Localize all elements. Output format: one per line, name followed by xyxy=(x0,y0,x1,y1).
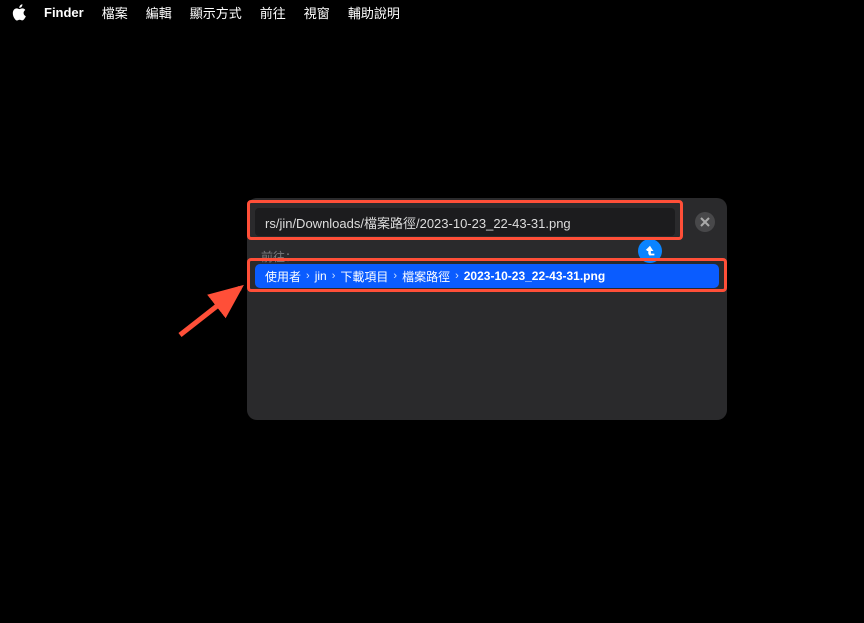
menubar-item-view[interactable]: 顯示方式 xyxy=(190,3,242,22)
menubar-item-help[interactable]: 輔助說明 xyxy=(348,3,400,22)
menubar-item-edit[interactable]: 編輯 xyxy=(146,3,172,22)
path-input-wrapper xyxy=(255,208,675,236)
chevron-right-icon: › xyxy=(393,270,397,282)
menubar-app-name[interactable]: Finder xyxy=(44,5,84,20)
enter-pill-button[interactable] xyxy=(638,239,662,263)
annotation-arrow-icon xyxy=(175,280,255,340)
close-button[interactable] xyxy=(695,212,715,232)
menubar-item-window[interactable]: 視窗 xyxy=(304,3,330,22)
apple-logo-icon[interactable] xyxy=(12,5,26,19)
goto-folder-dialog: 前往： 使用者 › jin › 下載項目 › 檔案路徑 › 2023-10-23… xyxy=(247,198,727,420)
chevron-right-icon: › xyxy=(306,270,310,282)
breadcrumb-segment: 下載項目 xyxy=(340,268,388,285)
chevron-right-icon: › xyxy=(332,270,336,282)
breadcrumb-segment-current: 2023-10-23_22-43-31.png xyxy=(464,269,605,283)
chevron-right-icon: › xyxy=(455,270,459,282)
menubar: Finder 檔案 編輯 顯示方式 前往 視窗 輔助說明 xyxy=(0,0,864,24)
breadcrumb-segment: jin xyxy=(315,269,327,283)
close-icon xyxy=(700,217,710,227)
goto-label: 前往： xyxy=(261,248,297,265)
breadcrumb-segment: 檔案路徑 xyxy=(402,268,450,285)
menubar-item-go[interactable]: 前往 xyxy=(260,3,286,22)
breadcrumb-segment: 使用者 xyxy=(265,268,301,285)
path-suggestion-row[interactable]: 使用者 › jin › 下載項目 › 檔案路徑 › 2023-10-23_22-… xyxy=(255,264,719,288)
path-input[interactable] xyxy=(255,208,675,236)
enter-arrow-icon xyxy=(643,244,657,258)
menubar-item-file[interactable]: 檔案 xyxy=(102,3,128,22)
